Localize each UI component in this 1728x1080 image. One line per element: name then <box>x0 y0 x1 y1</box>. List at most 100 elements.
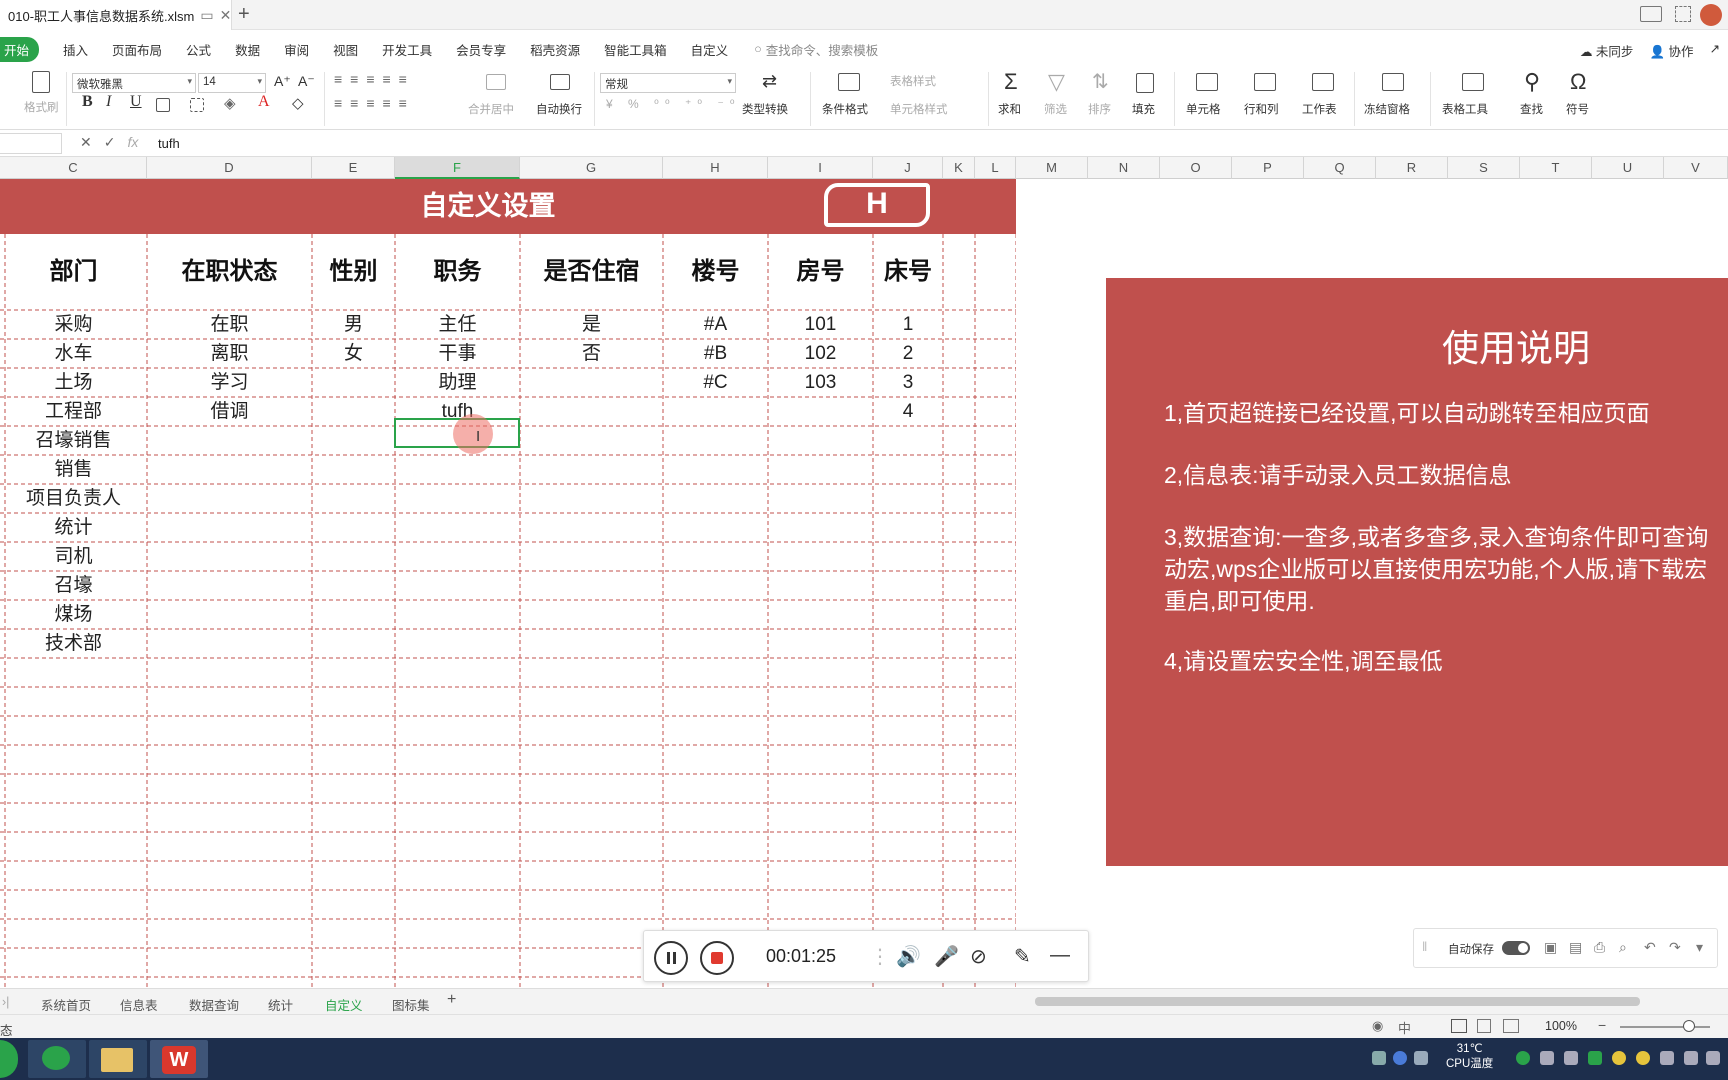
table-cell[interactable] <box>663 397 768 426</box>
table-cell[interactable] <box>312 484 395 513</box>
table-cell[interactable]: 煤场 <box>0 600 147 629</box>
freeze-panes-button[interactable]: 冻结窗格 <box>1364 101 1410 117</box>
table-cell[interactable]: 在职 <box>147 310 312 339</box>
table-cell[interactable]: 男 <box>312 310 395 339</box>
table-cell[interactable]: 技术部 <box>0 629 147 658</box>
table-cell[interactable] <box>768 542 873 571</box>
table-cell[interactable] <box>395 455 520 484</box>
table-cell[interactable]: #B <box>663 339 768 368</box>
apps-grid-icon[interactable] <box>1675 6 1691 22</box>
table-cell[interactable]: 4 <box>873 397 943 426</box>
collaborate-button[interactable]: 👤 协作 <box>1649 41 1693 60</box>
input-method-icon[interactable]: 中 <box>1398 1018 1411 1037</box>
number-format-icons[interactable]: ¥ % ⁰⁰ ⁺⁰ ⁻⁰ <box>606 97 741 111</box>
table-cell[interactable] <box>147 426 312 455</box>
table-cell[interactable]: 3 <box>873 368 943 397</box>
header-cell[interactable]: 部门 <box>0 234 147 310</box>
table-cell[interactable] <box>520 368 663 397</box>
help-tray-icon[interactable] <box>1393 1051 1407 1065</box>
column-header-i[interactable]: I <box>768 157 873 179</box>
command-search[interactable]: ○ 查找命令、搜索模板 <box>754 40 878 59</box>
column-header-h[interactable]: H <box>663 157 768 179</box>
table-cell[interactable]: #C <box>663 368 768 397</box>
format-painter-button[interactable]: 格式刷 <box>24 99 59 115</box>
save-icon[interactable]: ▣ <box>1544 939 1557 956</box>
table-cell[interactable]: 项目负责人 <box>0 484 147 513</box>
table-cell[interactable] <box>312 513 395 542</box>
table-cell[interactable] <box>312 629 395 658</box>
table-cell[interactable] <box>663 426 768 455</box>
column-header-q[interactable]: Q <box>1304 157 1376 179</box>
filter-button[interactable]: 筛选 <box>1044 101 1067 117</box>
zoom-out-icon[interactable]: − <box>1598 1017 1606 1033</box>
cancel-icon[interactable]: ✕ <box>80 134 92 151</box>
table-cell[interactable] <box>663 513 768 542</box>
column-header-f[interactable]: F <box>395 157 520 179</box>
column-header-v[interactable]: V <box>1664 157 1728 179</box>
keyboard-tray-icon[interactable] <box>1372 1051 1386 1065</box>
undo-icon[interactable]: ↶ <box>1644 939 1656 956</box>
header-cell[interactable]: 房号 <box>768 234 873 310</box>
merge-center-button[interactable]: 合并居中 <box>468 101 514 117</box>
clear-icon[interactable]: ◇ <box>292 94 304 112</box>
table-cell[interactable]: 采购 <box>0 310 147 339</box>
microphone-icon[interactable]: 🎤 <box>934 944 959 969</box>
menu-page-layout[interactable]: 页面布局 <box>112 40 162 59</box>
app-tray-icon[interactable] <box>1540 1051 1554 1065</box>
table-cell[interactable] <box>147 629 312 658</box>
sheet-tab[interactable]: 数据查询 <box>189 995 239 1014</box>
increase-font-icon[interactable]: A⁺ <box>274 73 291 90</box>
header-cell[interactable]: 床号 <box>873 234 943 310</box>
number-format-select[interactable]: 常规 <box>600 73 736 93</box>
fill-color-icon[interactable]: ◈ <box>224 94 236 112</box>
horizontal-align-icons[interactable]: ≡≡≡≡≡ <box>334 95 415 111</box>
type-convert-button[interactable]: 类型转换 <box>742 101 788 117</box>
table-cell[interactable] <box>873 426 943 455</box>
table-cell[interactable] <box>873 484 943 513</box>
header-cell[interactable]: 楼号 <box>663 234 768 310</box>
speaker-icon[interactable]: 🔊 <box>896 944 921 969</box>
table-cell[interactable]: 召壕销售 <box>0 426 147 455</box>
table-cell[interactable] <box>663 455 768 484</box>
zoom-level[interactable]: 100% <box>1545 1019 1577 1033</box>
table-cell[interactable]: 统计 <box>0 513 147 542</box>
sync-status[interactable]: ☁ 未同步 <box>1580 41 1634 60</box>
header-cell[interactable]: 职务 <box>395 234 520 310</box>
table-cell[interactable]: 是 <box>520 310 663 339</box>
bold-icon[interactable]: B <box>82 93 93 111</box>
table-cell[interactable] <box>768 600 873 629</box>
app-tray-icon[interactable] <box>1612 1051 1626 1065</box>
cell-border-style-icon[interactable] <box>190 98 204 112</box>
minimize-icon[interactable]: — <box>1050 944 1070 967</box>
table-cell[interactable] <box>312 542 395 571</box>
wechat-tray-icon[interactable] <box>1516 1051 1530 1065</box>
table-cell[interactable]: 离职 <box>147 339 312 368</box>
table-cell[interactable]: 借调 <box>147 397 312 426</box>
menu-docer[interactable]: 稻壳资源 <box>530 40 580 59</box>
home-button[interactable]: H <box>824 183 930 227</box>
conditional-format-button[interactable]: 条件格式 <box>822 101 868 117</box>
more-icon[interactable]: ▾ <box>1696 939 1703 956</box>
table-cell[interactable] <box>312 600 395 629</box>
wrap-text-button[interactable]: 自动换行 <box>536 101 582 117</box>
table-cell[interactable] <box>768 513 873 542</box>
drag-handle-icon[interactable]: ‖ <box>1422 939 1427 954</box>
column-header-g[interactable]: G <box>520 157 663 179</box>
font-size-select[interactable]: 14 <box>198 73 266 93</box>
menu-member[interactable]: 会员专享 <box>456 40 506 59</box>
cell-button[interactable]: 单元格 <box>1186 101 1221 117</box>
row-col-button[interactable]: 行和列 <box>1244 101 1279 117</box>
drag-handle-icon[interactable]: ⋮ <box>870 944 890 969</box>
share-icon[interactable]: ↗ <box>1710 41 1720 60</box>
document-tab[interactable]: 010-职工人事信息数据系统.xlsm ▭ ✕ <box>0 0 232 30</box>
table-cell[interactable] <box>395 571 520 600</box>
file-explorer-taskbar-icon[interactable] <box>89 1040 147 1078</box>
table-cell[interactable] <box>520 426 663 455</box>
header-cell[interactable]: 性别 <box>312 234 395 310</box>
menu-custom[interactable]: 自定义 <box>691 40 729 59</box>
table-cell[interactable] <box>395 600 520 629</box>
sheet-tab-active[interactable]: 自定义 <box>325 995 363 1014</box>
table-cell[interactable]: 2 <box>873 339 943 368</box>
cell-style-button[interactable]: 单元格样式 <box>890 101 948 117</box>
table-cell[interactable] <box>395 629 520 658</box>
